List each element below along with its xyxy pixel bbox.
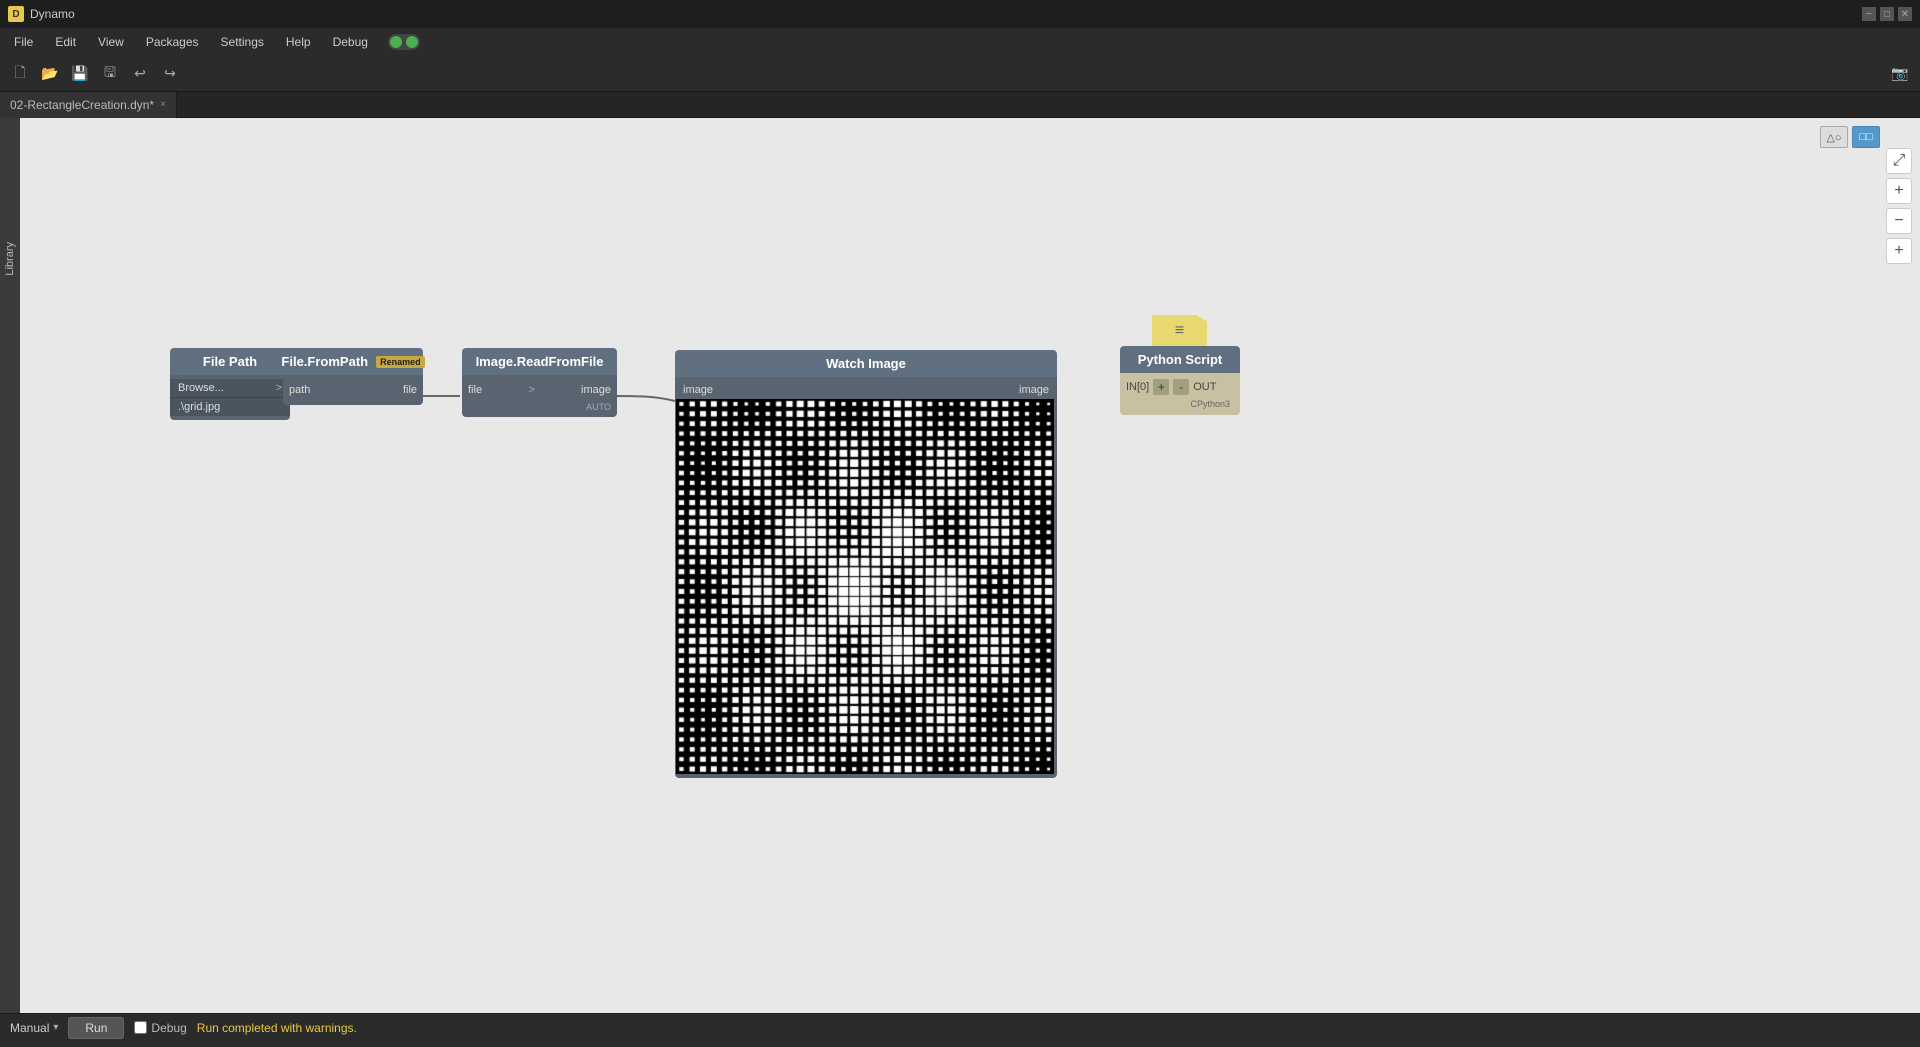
frompath-port-row: path file [283,379,423,401]
python-in-label: IN[0] [1126,381,1149,393]
watchimage-in-label: image [683,384,713,396]
menu-bar: File Edit View Packages Settings Help De… [0,28,1920,56]
filepath-node: File Path Browse... > .\grid.jpg [170,348,290,420]
minimize-button[interactable]: − [1862,7,1876,21]
filepath-output-arrow: > [276,382,282,394]
mode-dropdown-arrow: ▾ [53,1022,58,1033]
browse-label[interactable]: Browse... [178,382,224,394]
readfile-out-label: image [581,384,611,396]
menu-view[interactable]: View [88,31,134,53]
view-3d-button[interactable]: △○ [1820,126,1848,148]
undo-button[interactable]: ↩ [128,62,152,86]
readfile-arrow: > [528,384,534,396]
menu-packages[interactable]: Packages [136,31,209,53]
python-node-header: Python Script [1120,346,1240,373]
readfile-node-header: Image.ReadFromFile [462,348,617,375]
close-button[interactable]: ✕ [1898,7,1912,21]
mode-label: Manual [10,1021,49,1035]
python-note: ≡ [1152,315,1207,347]
zoom-in-button[interactable]: + [1886,178,1912,204]
python-io-row: IN[0] + - OUT [1126,377,1234,397]
frompath-out-label: file [403,384,417,396]
python-node-body: IN[0] + - OUT CPython3 [1120,373,1240,415]
zoom-controls: ⤢ + − + [1886,148,1912,264]
watchimage-node-body: image image [675,377,1057,778]
zoom-add-button[interactable]: + [1886,238,1912,264]
tab-bar: 02-RectangleCreation.dyn* × [0,92,1920,118]
tab-label: 02-RectangleCreation.dyn* [10,98,154,112]
readfile-title: Image.ReadFromFile [476,354,604,369]
save-button[interactable]: 💾 [68,62,92,86]
menu-file[interactable]: File [4,31,43,53]
view-2d-button[interactable]: □□ [1852,126,1880,148]
watchimage-node: Watch Image image image [675,350,1057,778]
watchimage-port-row: image image [675,381,1057,399]
readfile-port-row: file > image [462,379,617,401]
toolbar: 🗋 📂 💾 🖫 ↩ ↪ 📷 [0,56,1920,92]
run-toggle[interactable] [388,34,420,50]
python-add-input-button[interactable]: + [1153,379,1169,395]
readfile-node-body: file > image AUTO [462,375,617,417]
watchimage-node-header: Watch Image [675,350,1057,377]
open-file-button[interactable]: 📂 [38,62,62,86]
new-file-button[interactable]: 🗋 [8,62,32,86]
frompath-in-label: path [289,384,310,396]
filepath-node-body: Browse... > .\grid.jpg [170,375,290,420]
readfile-auto-label: AUTO [462,401,617,413]
fit-view-button[interactable]: ⤢ [1886,148,1912,174]
menu-edit[interactable]: Edit [45,31,86,53]
filepath-node-header: File Path [170,348,290,375]
filepath-value: .\grid.jpg [170,397,290,416]
readfile-in-label: file [468,384,482,396]
menu-debug[interactable]: Debug [323,31,378,53]
debug-checkbox[interactable] [134,1021,147,1034]
menu-help[interactable]: Help [276,31,321,53]
status-message: Run completed with warnings. [197,1021,357,1035]
menu-settings[interactable]: Settings [211,31,274,53]
run-button[interactable]: Run [68,1017,124,1039]
frompath-node-body: path file [283,375,423,405]
note-icon: ≡ [1175,322,1184,340]
filepath-title: File Path [203,354,257,369]
frompath-node: File.FromPath Renamed path file [283,348,423,405]
watchimage-display [676,399,1054,774]
toggle-background [388,34,420,50]
title-bar: D Dynamo − □ ✕ [0,0,1920,28]
screenshot-button[interactable]: 📷 [1888,62,1912,86]
python-sub-input-button[interactable]: - [1173,379,1189,395]
cpython-label: CPython3 [1126,397,1234,411]
active-tab[interactable]: 02-RectangleCreation.dyn* × [0,92,177,118]
python-title: Python Script [1138,352,1223,367]
grid-canvas [676,399,1054,774]
view-buttons: △○ □□ [1820,126,1880,148]
redo-button[interactable]: ↪ [158,62,182,86]
filepath-browse-row: Browse... > [170,379,290,397]
toggle-dot-right [406,36,418,48]
canvas-area: Library △○ □□ ⤢ + − + File Path Browse..… [0,118,1920,1013]
tab-close-button[interactable]: × [160,99,166,110]
library-label[interactable]: Library [2,238,18,280]
python-node: Python Script IN[0] + - OUT CPython3 [1120,346,1240,415]
run-mode-select[interactable]: Manual ▾ [10,1021,58,1035]
status-bar: Manual ▾ Run Debug Run completed with wa… [0,1013,1920,1041]
renamed-badge: Renamed [376,356,425,368]
app-title: Dynamo [30,7,75,21]
side-panel: Library [0,118,20,1013]
maximize-button[interactable]: □ [1880,7,1894,21]
debug-label: Debug [151,1021,186,1035]
readfile-node: Image.ReadFromFile file > image AUTO [462,348,617,417]
frompath-node-header: File.FromPath Renamed [283,348,423,375]
watchimage-out-label: image [1019,384,1049,396]
zoom-out-button[interactable]: − [1886,208,1912,234]
save-as-button[interactable]: 🖫 [98,62,122,86]
window-controls: − □ ✕ [1862,7,1912,21]
python-out-label: OUT [1193,381,1216,393]
toggle-dot-left [390,36,402,48]
app-icon: D [8,6,24,22]
frompath-title: File.FromPath [281,354,368,369]
watchimage-title: Watch Image [826,356,906,371]
debug-checkbox-label[interactable]: Debug [134,1021,186,1035]
